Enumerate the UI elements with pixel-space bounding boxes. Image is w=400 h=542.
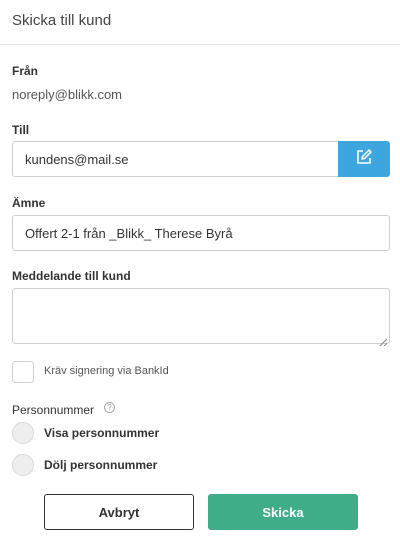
help-icon[interactable]: ? — [104, 402, 115, 413]
cancel-button[interactable]: Avbryt — [44, 494, 194, 530]
bankid-checkbox-label: Kräv signering via BankId — [44, 365, 169, 377]
edit-icon — [355, 148, 373, 171]
dialog-header: Skicka till kund — [0, 0, 400, 45]
dialog-title: Skicka till kund — [12, 12, 112, 29]
radio-hide-personnummer[interactable]: Dölj personnummer — [12, 454, 212, 478]
radio-button-show[interactable] — [12, 422, 34, 444]
subject-value: Offert 2-1 från _Blikk_ Therese Byrå — [25, 225, 233, 241]
radio-label-show: Visa personnummer — [44, 426, 160, 440]
radio-button-hide[interactable] — [12, 454, 34, 476]
message-textarea[interactable] — [12, 288, 390, 347]
radio-show-personnummer[interactable]: Visa personnummer — [12, 422, 212, 446]
subject-label: Ämne — [12, 196, 46, 210]
personnummer-label: Personnummer — [12, 403, 95, 417]
message-label: Meddelande till kund — [12, 269, 131, 283]
send-button[interactable]: Skicka — [208, 494, 358, 530]
from-label: Från — [12, 64, 39, 78]
to-email-field[interactable]: kundens@mail.se — [12, 141, 339, 177]
to-label: Till — [12, 123, 30, 137]
bankid-checkbox[interactable] — [12, 361, 34, 383]
from-value: noreply@blikk.com — [12, 87, 123, 102]
resize-handle-icon[interactable] — [379, 333, 388, 347]
to-email-value: kundens@mail.se — [25, 151, 129, 167]
edit-recipient-button[interactable] — [338, 141, 390, 177]
radio-label-hide: Dölj personnummer — [44, 458, 158, 472]
subject-field[interactable]: Offert 2-1 från _Blikk_ Therese Byrå — [12, 215, 390, 251]
